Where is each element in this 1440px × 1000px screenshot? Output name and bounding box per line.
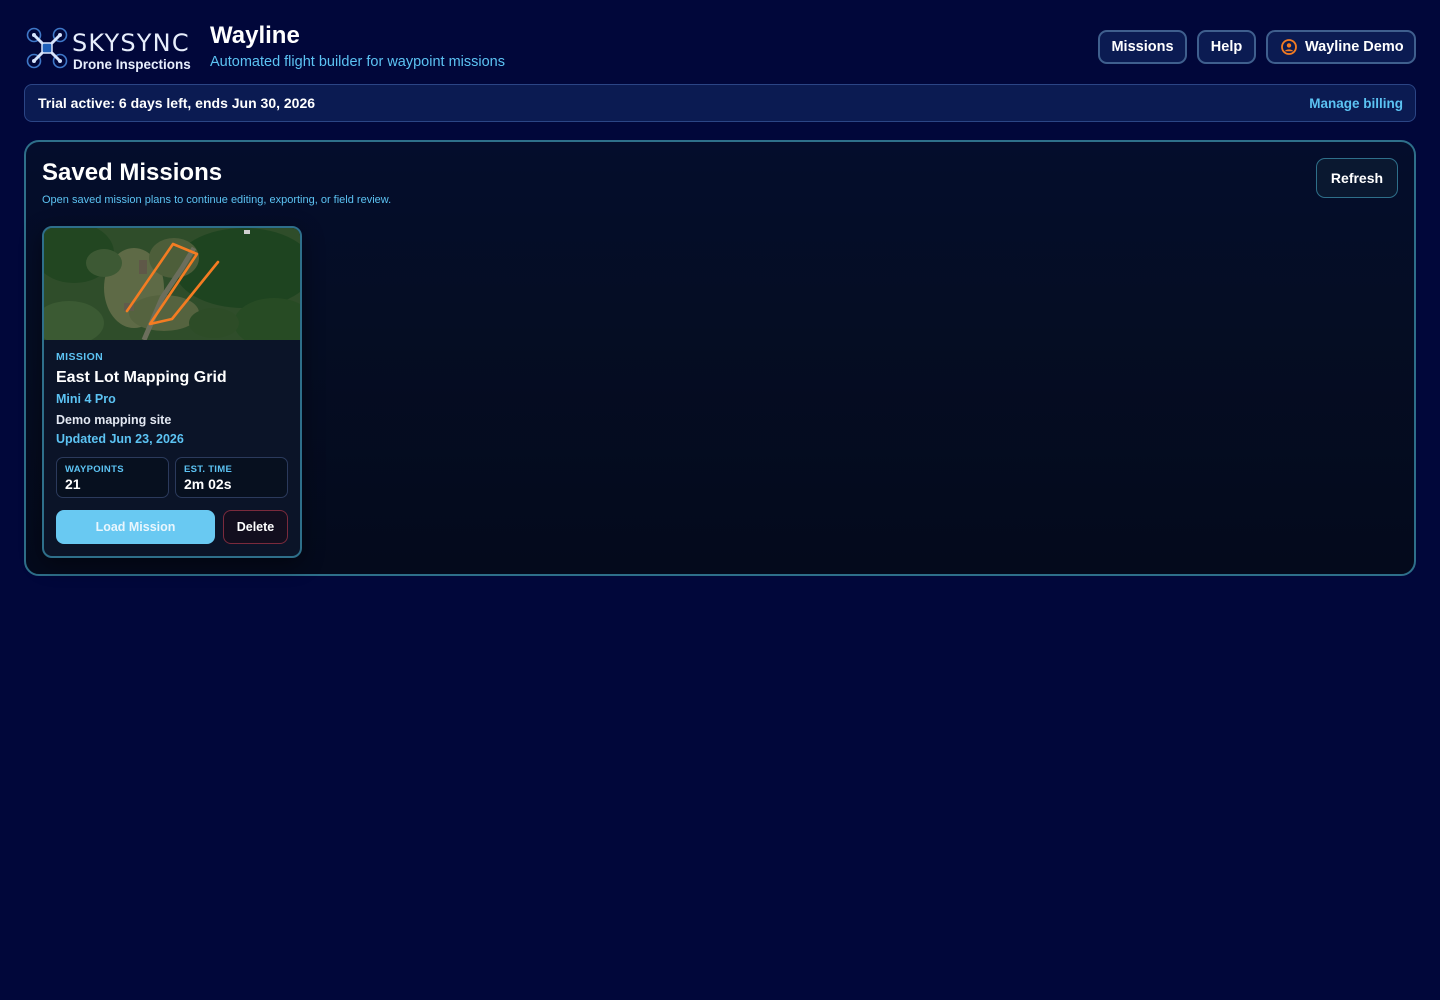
panel-subtitle: Open saved mission plans to continue edi…: [42, 194, 392, 206]
mission-card: MISSION East Lot Mapping Grid Mini 4 Pro…: [42, 226, 302, 558]
logo-tagline: Drone Inspections: [73, 57, 191, 72]
skysync-logo[interactable]: SKYSYNC Drone Inspections: [26, 27, 198, 72]
account-name: Wayline Demo: [1305, 39, 1404, 55]
app-subtitle: Automated flight builder for waypoint mi…: [210, 54, 505, 70]
account-menu-button[interactable]: Wayline Demo: [1266, 30, 1416, 64]
mission-site: Demo mapping site: [56, 413, 172, 427]
mission-kicker: MISSION: [56, 351, 104, 363]
refresh-button[interactable]: Refresh: [1316, 158, 1398, 198]
load-mission-button[interactable]: Load Mission: [56, 510, 215, 544]
saved-missions-panel: Saved Missions Open saved mission plans …: [24, 140, 1416, 576]
app-title: Wayline: [210, 22, 300, 49]
delete-mission-button[interactable]: Delete: [223, 510, 288, 544]
logo-wordmark: SKYSYNC: [72, 29, 190, 57]
mission-name: East Lot Mapping Grid: [56, 369, 227, 386]
trial-banner: Trial active: 6 days left, ends Jun 30, …: [24, 84, 1416, 122]
est-time-value: 2m 02s: [184, 476, 232, 492]
waypoints-value: 21: [65, 476, 81, 492]
trial-status-text: Trial active: 6 days left, ends Jun 30, …: [38, 95, 316, 111]
app-header: SKYSYNC Drone Inspections Wayline Automa…: [24, 22, 1416, 74]
est-time-stat: EST. TIME 2m 02s: [175, 457, 288, 498]
user-avatar-icon: [1281, 39, 1297, 55]
help-nav-button[interactable]: Help: [1197, 30, 1256, 64]
waypoints-label: WAYPOINTS: [65, 464, 124, 475]
mission-updated-date: Updated Jun 23, 2026: [56, 432, 184, 446]
manage-billing-link[interactable]: Manage billing: [1309, 96, 1403, 111]
mission-drone-model: Mini 4 Pro: [56, 392, 116, 406]
waypoints-stat: WAYPOINTS 21: [56, 457, 169, 498]
est-time-label: EST. TIME: [184, 464, 233, 475]
drone-icon: [26, 27, 68, 69]
missions-nav-button[interactable]: Missions: [1098, 30, 1187, 64]
mission-map-thumbnail[interactable]: [44, 228, 300, 340]
panel-title: Saved Missions: [42, 159, 223, 186]
